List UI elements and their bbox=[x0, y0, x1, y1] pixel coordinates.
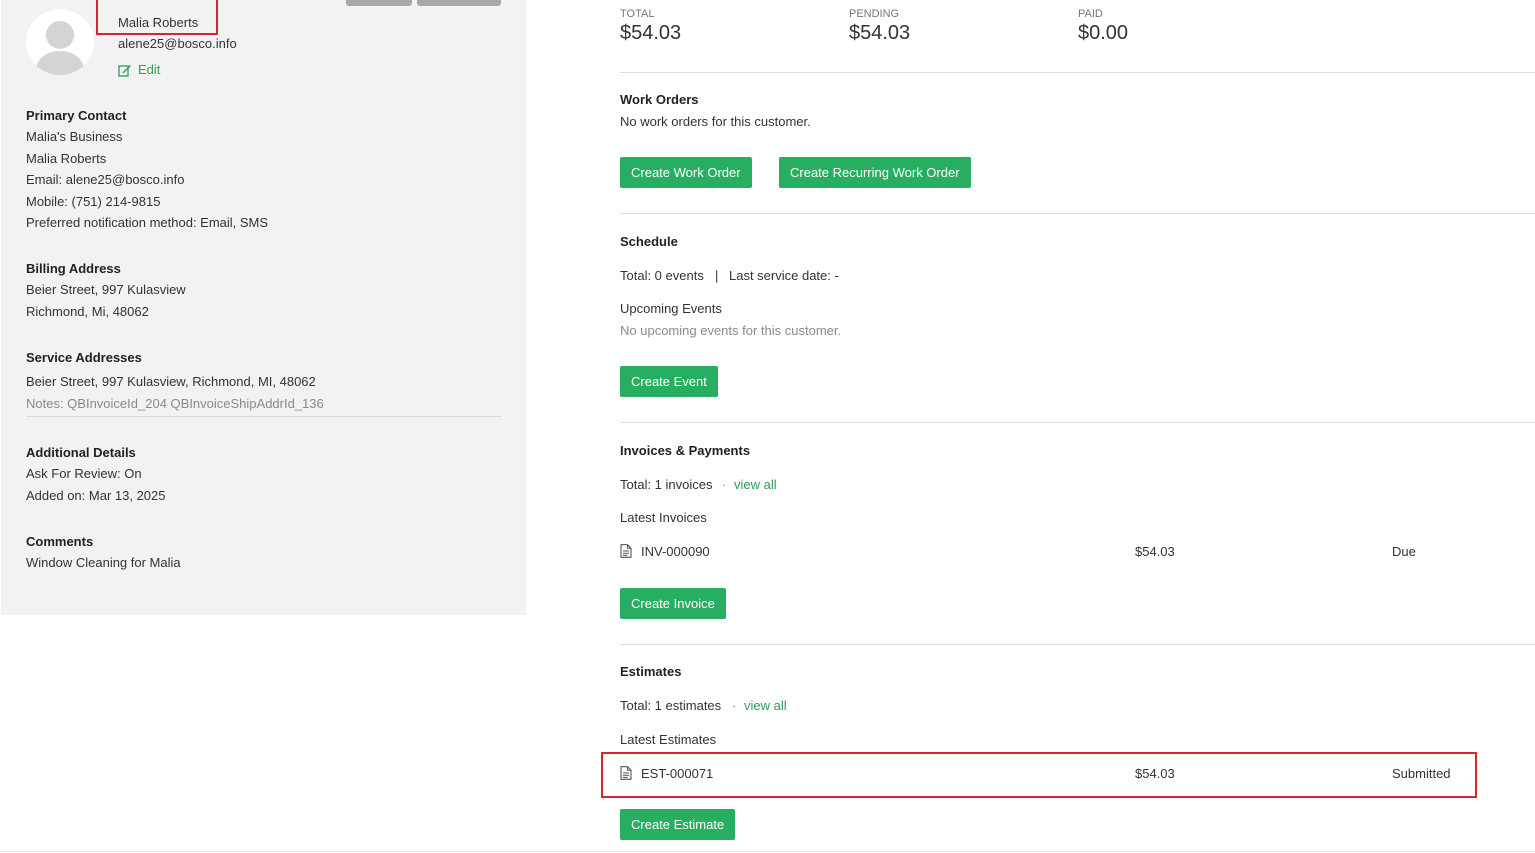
pending-stat: PENDING $54.03 bbox=[849, 8, 910, 45]
stat-label: PAID bbox=[1078, 8, 1103, 20]
schedule-title: Schedule bbox=[620, 234, 678, 249]
divider bbox=[620, 213, 1535, 214]
upcoming-events-empty: No upcoming events for this customer. bbox=[620, 323, 842, 338]
invoice-status: Due bbox=[1392, 544, 1416, 559]
schedule-separator: | bbox=[715, 268, 719, 283]
latest-estimates-title: Latest Estimates bbox=[620, 732, 717, 747]
service-addresses-section: Service Addresses Beier Street, 997 Kula… bbox=[26, 347, 502, 414]
contact-mobile: Mobile: (751) 214-9815 bbox=[26, 193, 161, 209]
upcoming-events-title: Upcoming Events bbox=[620, 301, 722, 316]
header-button-edge[interactable] bbox=[346, 0, 412, 6]
estimates-view-all-link[interactable]: view all bbox=[744, 698, 787, 713]
invoice-row[interactable]: INV-000090 $54.03 Due bbox=[620, 542, 1480, 562]
create-event-button[interactable]: Create Event bbox=[620, 366, 718, 397]
work-orders-title: Work Orders bbox=[620, 92, 699, 107]
edit-label: Edit bbox=[138, 62, 161, 77]
additional-details-section: Additional Details Ask For Review: On Ad… bbox=[26, 442, 502, 506]
billing-address-section: Billing Address Beier Street, 997 Kulasv… bbox=[26, 258, 502, 322]
stat-value: $0.00 bbox=[1078, 22, 1129, 44]
work-orders-empty: No work orders for this customer. bbox=[620, 114, 811, 129]
service-notes: Notes: QBInvoiceId_204 QBInvoiceShipAddr… bbox=[26, 395, 324, 411]
invoice-id[interactable]: INV-000090 bbox=[641, 544, 710, 559]
user-avatar-icon bbox=[26, 9, 94, 75]
customer-sidebar: Malia Roberts alene25@bosco.info Edit Pr… bbox=[1, 0, 526, 615]
name-highlight-box bbox=[96, 0, 218, 35]
business-name: Malia's Business bbox=[26, 129, 123, 144]
customer-email: alene25@bosco.info bbox=[118, 36, 237, 51]
invoices-total: Total: 1 invoices bbox=[620, 477, 713, 492]
edit-customer-link[interactable]: Edit bbox=[118, 62, 160, 77]
stat-label: TOTAL bbox=[620, 8, 655, 20]
divider bbox=[0, 851, 1535, 852]
paid-stat: PAID $0.00 bbox=[1078, 8, 1128, 45]
estimate-highlight-box bbox=[601, 752, 1477, 798]
stat-value: $54.03 bbox=[620, 22, 682, 44]
invoices-dot: · bbox=[722, 477, 727, 492]
schedule-total: Total: 0 events bbox=[620, 268, 704, 283]
invoices-view-all-link[interactable]: view all bbox=[734, 477, 777, 492]
billing-line-1: Beier Street, 997 Kulasview bbox=[26, 282, 186, 297]
divider bbox=[620, 422, 1535, 423]
ask-for-review: Ask For Review: On bbox=[26, 466, 142, 481]
create-invoice-button[interactable]: Create Invoice bbox=[620, 588, 726, 619]
stat-value: $54.03 bbox=[849, 22, 911, 44]
divider bbox=[620, 644, 1535, 645]
section-heading: Primary Contact bbox=[26, 108, 127, 123]
notification-method: Preferred notification method: Email, SM… bbox=[26, 215, 269, 230]
divider bbox=[620, 72, 1535, 73]
create-estimate-button[interactable]: Create Estimate bbox=[620, 809, 736, 840]
comment-text: Window Cleaning for Malia bbox=[26, 555, 181, 570]
latest-invoices-title: Latest Invoices bbox=[620, 510, 707, 525]
edit-icon bbox=[118, 64, 131, 77]
total-stat: TOTAL $54.03 bbox=[620, 8, 681, 45]
contact-email: Email: alene25@bosco.info bbox=[26, 172, 185, 187]
section-heading: Service Addresses bbox=[26, 350, 142, 365]
service-address: Beier Street, 997 Kulasview, Richmond, M… bbox=[26, 374, 316, 389]
estimates-dot: · bbox=[732, 698, 737, 713]
primary-contact-section: Primary Contact Malia's Business Malia R… bbox=[26, 105, 502, 234]
invoices-title: Invoices & Payments bbox=[620, 443, 751, 458]
create-recurring-work-order-button[interactable]: Create Recurring Work Order bbox=[779, 157, 971, 188]
document-icon bbox=[620, 544, 632, 558]
header-button-edge[interactable] bbox=[417, 0, 501, 6]
create-work-order-button[interactable]: Create Work Order bbox=[620, 157, 752, 188]
contact-name: Malia Roberts bbox=[26, 150, 107, 166]
section-heading: Comments bbox=[26, 534, 94, 549]
billing-line-2: Richmond, Mi, 48062 bbox=[26, 303, 149, 319]
section-heading: Billing Address bbox=[26, 261, 121, 276]
estimates-title: Estimates bbox=[620, 664, 682, 679]
section-heading: Additional Details bbox=[26, 445, 136, 460]
last-service-date: Last service date: - bbox=[729, 268, 839, 283]
invoice-amount: $54.03 bbox=[1135, 544, 1175, 559]
added-on: Added on: Mar 13, 2025 bbox=[26, 487, 166, 503]
divider bbox=[26, 416, 502, 417]
comments-section: Comments Window Cleaning for Malia bbox=[26, 531, 502, 574]
stat-label: PENDING bbox=[849, 8, 900, 20]
estimates-total: Total: 1 estimates bbox=[620, 698, 722, 713]
